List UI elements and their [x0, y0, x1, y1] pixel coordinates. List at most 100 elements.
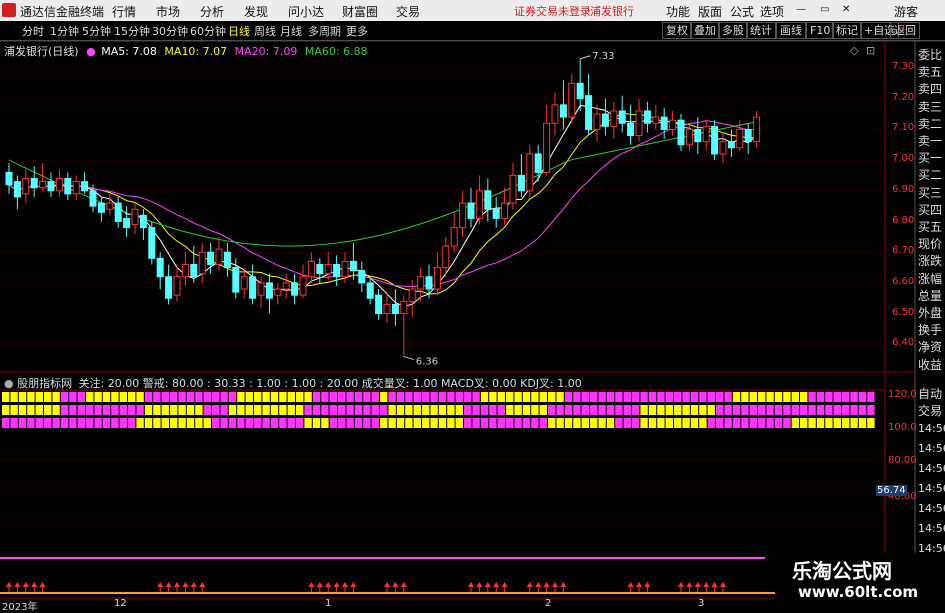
candle-body[interactable]	[156, 257, 164, 278]
candle-body[interactable]	[123, 217, 131, 229]
candle-body[interactable]	[576, 82, 584, 100]
candle-body[interactable]	[181, 263, 189, 278]
candle-body[interactable]	[89, 190, 97, 207]
stats-button[interactable]: 统计	[746, 22, 776, 39]
candle-body[interactable]	[652, 116, 660, 124]
candle-body[interactable]	[198, 251, 206, 275]
candle-body[interactable]	[232, 267, 240, 293]
login-warning[interactable]: 证券交易未登录	[514, 3, 591, 19]
candle-body[interactable]	[492, 208, 500, 219]
candle-body[interactable]	[240, 276, 248, 290]
candle-body[interactable]	[660, 116, 668, 130]
tab-monthly[interactable]: 月线	[280, 23, 302, 39]
draw-line-button[interactable]: 画线	[776, 22, 806, 39]
candle-body[interactable]	[677, 119, 685, 146]
candle-body[interactable]	[341, 260, 349, 278]
candle-body[interactable]	[753, 116, 761, 143]
candle-body[interactable]	[484, 190, 492, 210]
candle-body[interactable]	[702, 125, 710, 143]
candle-body[interactable]	[694, 128, 702, 143]
tab-weekly[interactable]: 周线	[254, 23, 276, 39]
candle-body[interactable]	[627, 122, 635, 137]
candle-body[interactable]	[165, 276, 173, 299]
candle-body[interactable]	[72, 181, 80, 195]
candle-body[interactable]	[324, 263, 332, 275]
candle-body[interactable]	[173, 276, 181, 296]
candle-body[interactable]	[610, 110, 618, 127]
menu-wealth[interactable]: 财富圈	[342, 3, 378, 20]
candle-body[interactable]	[148, 227, 156, 259]
candle-body[interactable]	[307, 260, 315, 278]
candle-body[interactable]	[39, 181, 47, 189]
candle-body[interactable]	[131, 208, 139, 226]
candle-body[interactable]	[635, 110, 643, 137]
close-icon[interactable]: ✕	[842, 4, 850, 15]
candle-body[interactable]	[442, 245, 450, 269]
candle-body[interactable]	[526, 153, 534, 192]
candle-body[interactable]	[425, 276, 433, 290]
candle-body[interactable]	[417, 276, 425, 290]
candle-body[interactable]	[249, 276, 257, 299]
candle-body[interactable]	[223, 251, 231, 269]
menu-quotes[interactable]: 行情	[112, 3, 136, 20]
candle-body[interactable]	[459, 202, 467, 229]
candle-body[interactable]	[467, 202, 475, 219]
candle-body[interactable]	[450, 227, 458, 247]
tab-30min[interactable]: 30分钟	[152, 23, 188, 39]
f10-button[interactable]: F10	[806, 22, 835, 39]
candle-body[interactable]	[568, 82, 576, 118]
candle-body[interactable]	[501, 202, 509, 219]
candle-body[interactable]	[643, 110, 651, 124]
tab-60min[interactable]: 60分钟	[190, 23, 226, 39]
menu-formula[interactable]: 公式	[730, 3, 754, 20]
candle-body[interactable]	[375, 294, 383, 315]
candle-body[interactable]	[139, 214, 147, 229]
broker-name[interactable]: 浦发银行	[590, 3, 634, 19]
tab-intraday[interactable]: 分时	[22, 23, 44, 39]
candle-body[interactable]	[593, 113, 601, 130]
tab-more[interactable]: 更多	[346, 23, 368, 39]
candle-body[interactable]	[299, 276, 307, 296]
candle-body[interactable]	[349, 260, 357, 272]
indicator-dot-icon[interactable]: ●	[4, 377, 14, 390]
candle-body[interactable]	[736, 128, 744, 149]
candle-body[interactable]	[618, 110, 626, 124]
mark-button[interactable]: 标记	[832, 22, 862, 39]
candle-body[interactable]	[366, 282, 374, 299]
candle-body[interactable]	[727, 141, 735, 149]
tab-daily[interactable]: 日线	[228, 23, 250, 39]
diamond-icon[interactable]: ◇	[850, 44, 858, 57]
candle-body[interactable]	[601, 113, 609, 127]
candle-body[interactable]	[106, 202, 114, 210]
menu-market[interactable]: 市场	[156, 3, 180, 20]
candle-body[interactable]	[316, 263, 324, 275]
overlay-button[interactable]: 叠加	[690, 22, 720, 39]
candle-body[interactable]	[534, 153, 542, 173]
candle-body[interactable]	[5, 171, 13, 186]
candle-body[interactable]	[22, 178, 30, 195]
tab-multi-period[interactable]: 多周期	[308, 23, 341, 39]
candle-body[interactable]	[559, 104, 567, 118]
user-guest[interactable]: 游客	[894, 3, 918, 20]
expand-icon[interactable]: ⊡	[866, 44, 875, 57]
menu-analysis[interactable]: 分析	[200, 3, 224, 20]
candle-body[interactable]	[685, 128, 693, 146]
candle-body[interactable]	[30, 178, 38, 189]
candle-body[interactable]	[333, 263, 341, 278]
candle-body[interactable]	[744, 128, 752, 143]
candle-body[interactable]	[114, 202, 122, 223]
tab-5min[interactable]: 5分钟	[82, 23, 111, 39]
tab-1min[interactable]: 1分钟	[50, 23, 79, 39]
candle-body[interactable]	[475, 190, 483, 219]
candle-body[interactable]	[13, 181, 21, 198]
menu-trade[interactable]: 交易	[396, 3, 420, 20]
candle-body[interactable]	[585, 95, 593, 130]
minimize-icon[interactable]: —	[796, 4, 806, 15]
kline-chart[interactable]: 7.33 6.36	[0, 0, 945, 609]
multi-stock-button[interactable]: 多股	[718, 22, 748, 39]
candle-body[interactable]	[358, 270, 366, 284]
menu-options[interactable]: 选项	[760, 3, 784, 20]
candle-body[interactable]	[711, 125, 719, 155]
candle-body[interactable]	[55, 178, 63, 192]
candle-body[interactable]	[97, 202, 105, 213]
